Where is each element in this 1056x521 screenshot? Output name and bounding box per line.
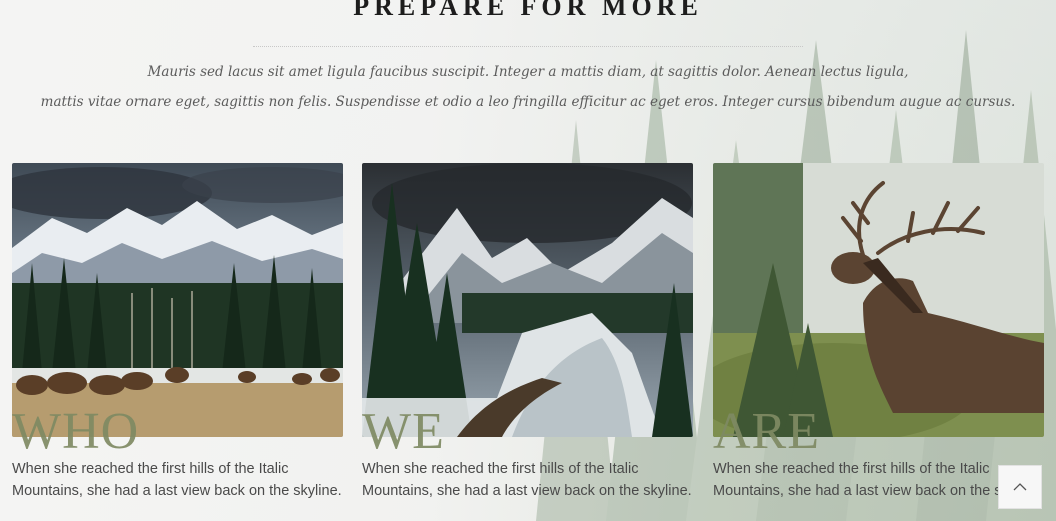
intro-text-line-1: Mauris sed lacus sit amet ligula faucibu… xyxy=(147,64,909,80)
card-word: WE xyxy=(362,403,445,460)
intro-text-line-2: mattis vitae ornare eget, sagittis non f… xyxy=(40,94,1016,110)
card-image-elk-herd xyxy=(12,163,343,437)
feature-card-are: ARE When she reached the first hills of … xyxy=(713,163,1044,499)
chevron-up-icon xyxy=(1013,483,1027,491)
card-word: ARE xyxy=(713,403,820,460)
card-image-river-valley xyxy=(362,163,693,437)
card-word: WHO xyxy=(12,403,140,460)
heading-divider xyxy=(253,46,803,47)
scroll-to-top-button[interactable] xyxy=(998,465,1042,509)
card-description: When she reached the first hills of the … xyxy=(713,461,1013,499)
card-description: When she reached the first hills of the … xyxy=(362,461,692,499)
card-image-bull-elk xyxy=(713,163,1044,437)
feature-card-we: WE When she reached the first hills of t… xyxy=(362,163,693,499)
section-heading: PREPARE FOR MORE xyxy=(353,0,703,21)
feature-card-who: WHO When she reached the first hills of … xyxy=(12,163,343,499)
card-description: When she reached the first hills of the … xyxy=(12,461,342,499)
